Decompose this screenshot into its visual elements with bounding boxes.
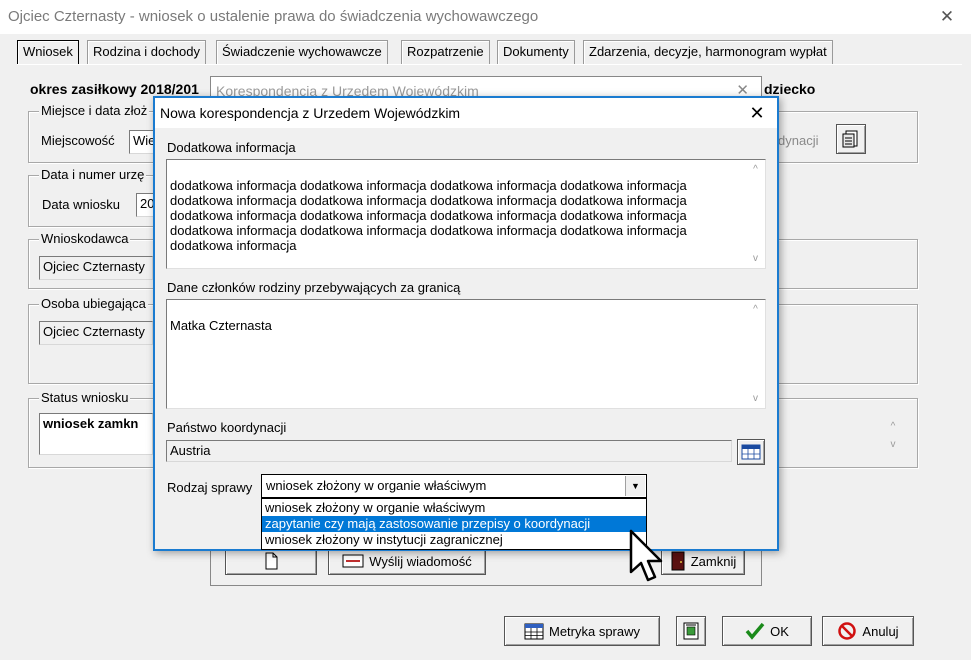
period-label: okres zasiłkowy 2018/201 xyxy=(30,81,199,97)
table-icon xyxy=(741,444,761,460)
case-type-dropdown-list: wniosek złożony w organie właściwym zapy… xyxy=(261,498,647,550)
ok-button[interactable]: OK xyxy=(722,616,812,646)
envelope-icon xyxy=(342,554,364,568)
case-type-option[interactable]: wniosek złożony w organie właściwym xyxy=(262,500,646,516)
main-close-icon[interactable]: ✕ xyxy=(937,7,957,27)
tab-swiadczenie-wychowawcze[interactable]: Świadczenie wychowawcze xyxy=(216,40,388,64)
date-label: Data wniosku xyxy=(42,197,121,212)
info-scrollbar[interactable]: ^ v xyxy=(747,161,764,267)
new-correspondence-dialog: Nowa korespondencja z Urzedem Wojewódzki… xyxy=(153,96,779,551)
close-correspondence-label: Zamknij xyxy=(690,553,737,569)
family-label: Dane członków rodziny przebywających za … xyxy=(167,280,461,295)
family-text: Matka Czternasta xyxy=(170,318,272,333)
applicant-group-title: Wnioskodawca xyxy=(39,231,131,247)
case-type-option-highlighted[interactable]: zapytanie czy mają zastosowanie przepisy… xyxy=(262,516,646,532)
applicant-field: Ojciec Czternasty xyxy=(39,256,153,280)
metric-button-label: Metryka sprawy xyxy=(548,623,641,639)
date-group-title: Data i numer urzę xyxy=(39,167,147,183)
info-textarea[interactable]: dodatkowa informacja dodatkowa informacj… xyxy=(166,159,766,269)
info-text: dodatkowa informacja dodatkowa informacj… xyxy=(170,178,687,253)
dialog-title: Nowa korespondencja z Urzedem Wojewódzki… xyxy=(155,98,777,128)
main-window-title: Ojciec Czternasty - wniosek o ustalenie … xyxy=(0,0,971,34)
cancel-button[interactable]: Anuluj xyxy=(822,616,914,646)
ok-button-label: OK xyxy=(770,623,789,639)
tab-dokumenty[interactable]: Dokumenty xyxy=(497,40,575,64)
person-group-title: Osoba ubiegająca xyxy=(39,296,148,312)
case-type-label: Rodzaj sprawy xyxy=(167,480,253,495)
case-type-select[interactable]: wniosek złożony w organie właściwym ▼ xyxy=(261,474,647,498)
case-type-option[interactable]: wniosek złożony w instytucji zagraniczne… xyxy=(262,532,646,548)
tab-wniosek[interactable]: Wniosek xyxy=(17,40,79,65)
new-message-button[interactable] xyxy=(225,547,317,575)
coordination-label-fragment: dynacji xyxy=(778,133,819,148)
child-label: dziecko xyxy=(764,81,816,97)
mouse-pointer-icon xyxy=(629,529,663,582)
metric-button[interactable]: Metryka sprawy xyxy=(504,616,660,646)
tab-zdarzenia[interactable]: Zdarzenia, decyzje, harmonogram wypłat xyxy=(583,40,833,64)
blank-page-icon xyxy=(265,552,278,570)
country-field: Austria xyxy=(166,440,732,462)
status-field: wniosek zamkn xyxy=(39,413,153,455)
info-label: Dodatkowa informacja xyxy=(167,140,296,155)
notes-icon xyxy=(683,622,699,640)
close-correspondence-button[interactable]: Zamknij xyxy=(661,547,745,575)
family-textarea[interactable]: Matka Czternasta ^ v xyxy=(166,299,766,409)
person-field: Ojciec Czternasty xyxy=(39,321,153,345)
door-icon xyxy=(671,551,685,571)
send-message-label: Wyślij wiadomość xyxy=(369,553,472,569)
place-group-title: Miejsce i data złoż xyxy=(39,103,150,119)
status-group-title: Status wniosku xyxy=(39,390,131,406)
print-button[interactable] xyxy=(676,616,706,646)
country-select-button[interactable] xyxy=(737,439,765,465)
family-scrollbar[interactable]: ^ v xyxy=(747,301,764,407)
coordination-button[interactable] xyxy=(836,124,866,154)
send-message-button[interactable]: Wyślij wiadomość xyxy=(328,547,486,575)
country-label: Państwo koordynacji xyxy=(167,420,287,435)
tab-rodzina-i-dochody[interactable]: Rodzina i dochody xyxy=(87,40,206,64)
status-scrollbar[interactable]: ^ v xyxy=(885,418,901,456)
checkmark-icon xyxy=(745,622,765,640)
chevron-down-icon[interactable]: ▼ xyxy=(625,476,645,496)
tab-rozpatrzenie[interactable]: Rozpatrzenie xyxy=(401,40,490,64)
cancel-button-label: Anuluj xyxy=(862,623,899,639)
calendar-icon xyxy=(524,623,544,640)
town-label: Miejscowość xyxy=(41,133,115,148)
case-type-selected: wniosek złożony w organie właściwym xyxy=(266,478,487,493)
prohibition-icon xyxy=(838,622,857,640)
document-icon xyxy=(842,130,858,148)
dialog-close-icon[interactable]: ✕ xyxy=(745,101,769,125)
